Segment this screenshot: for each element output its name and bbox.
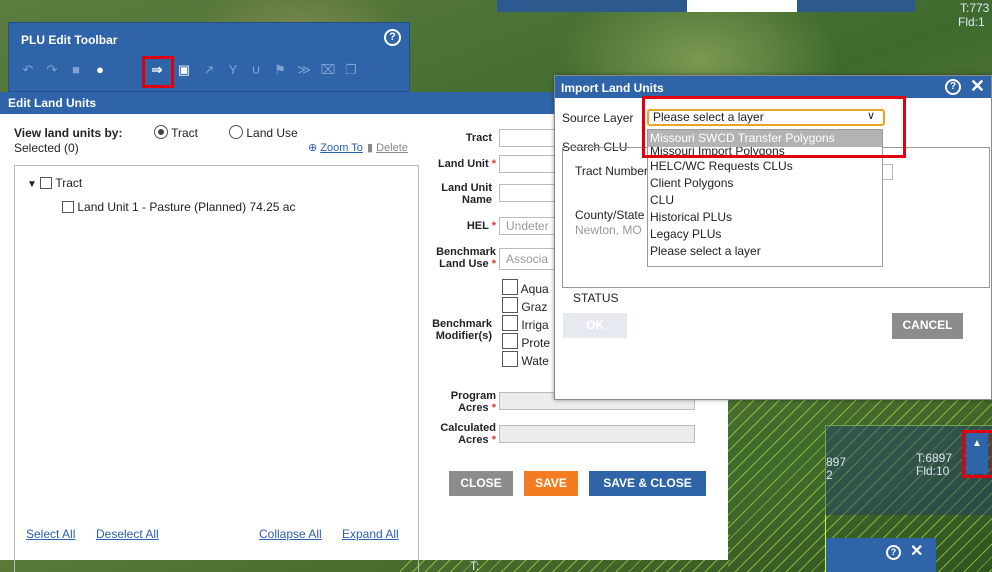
help-icon[interactable]: ? xyxy=(384,29,401,46)
map-label-field: Fld:1 xyxy=(958,15,985,29)
deselect-all-link[interactable]: Deselect All xyxy=(96,527,159,541)
layer-option[interactable]: CLU xyxy=(648,192,882,209)
map-top-panel xyxy=(497,0,915,12)
benchmark-land-use-label: Benchmark Land Use * xyxy=(436,246,496,270)
save-and-close-button[interactable]: SAVE & CLOSE xyxy=(589,471,706,496)
undo-icon[interactable]: ↶ xyxy=(19,61,37,79)
layer-option[interactable]: HELC/WC Requests CLUs xyxy=(648,158,882,175)
land-unit-field[interactable] xyxy=(499,155,559,173)
tree-item[interactable]: Land Unit 1 - Pasture (Planned) 74.25 ac xyxy=(62,200,295,214)
land-unit-name-field[interactable] xyxy=(499,184,559,202)
layer-option[interactable]: Please select a layer xyxy=(648,243,882,260)
source-layer-label: Source Layer xyxy=(562,111,634,125)
selected-count: Selected (0) xyxy=(14,141,79,155)
land-unit-tree: ▼ Tract Land Unit 1 - Pasture (Planned) … xyxy=(14,165,419,572)
map-label-field: Fld:10 xyxy=(916,464,950,478)
modifier-checkbox[interactable] xyxy=(502,333,518,349)
radio-tract[interactable]: Tract xyxy=(154,125,198,140)
zoom-to-label[interactable]: Zoom To xyxy=(320,142,363,154)
dialog-title: Import Land Units xyxy=(555,76,991,98)
hel-label: HEL * xyxy=(466,220,496,232)
hel-select[interactable]: Undeter xyxy=(499,217,559,235)
help-icon[interactable]: ? xyxy=(886,545,901,560)
cancel-button[interactable]: CANCEL xyxy=(892,313,963,339)
close-icon[interactable]: ✕ xyxy=(970,76,985,97)
tree-root-label: Tract xyxy=(55,176,83,190)
pin-icon[interactable]: ⚑ xyxy=(271,61,289,79)
radio-selected-icon[interactable] xyxy=(154,125,168,139)
radio-land-use-label: Land Use xyxy=(246,126,298,140)
highlight-box xyxy=(142,56,174,88)
collapse-all-link[interactable]: Collapse All xyxy=(259,527,322,541)
modifier-option[interactable]: Prote xyxy=(502,333,550,351)
expand-all-link[interactable]: Expand All xyxy=(342,527,399,541)
reshape-icon[interactable]: ∪ xyxy=(247,61,265,79)
modifier-list: Aqua Graz Irriga Prote Wate xyxy=(502,279,550,369)
modifier-option[interactable]: Aqua xyxy=(502,279,550,297)
radio-tract-label: Tract xyxy=(171,126,199,140)
radio-land-use[interactable]: Land Use xyxy=(229,125,298,140)
layer-option[interactable]: Legacy PLUs xyxy=(648,226,882,243)
merge-icon[interactable]: Y xyxy=(224,61,242,79)
close-icon[interactable]: ✕ xyxy=(910,541,923,561)
status-label: STATUS xyxy=(573,291,619,305)
tract-number-label: Tract Number xyxy=(575,164,648,178)
radio-unselected-icon[interactable] xyxy=(229,125,243,139)
modifier-option[interactable]: Wate xyxy=(502,351,550,369)
tree-root[interactable]: ▼ Tract xyxy=(27,176,82,190)
land-unit-name-label: Land Unit Name xyxy=(441,182,492,206)
land-unit-label: Land Unit * xyxy=(437,158,496,170)
modifier-option[interactable]: Graz xyxy=(502,297,550,315)
county-state-field[interactable]: Newton, MO xyxy=(575,223,642,237)
layer-option[interactable]: Historical PLUs xyxy=(648,209,882,226)
view-by-label: View land units by: xyxy=(14,126,123,140)
tract-label: Tract xyxy=(465,132,492,144)
delete-label[interactable]: Delete xyxy=(376,142,408,154)
trash-icon: ▮ xyxy=(367,142,374,154)
crosshair-icon: ⊕ xyxy=(308,142,318,154)
program-acres-label: Program Acres * xyxy=(450,390,496,414)
close-button[interactable]: CLOSE xyxy=(449,471,513,496)
highlight-box xyxy=(962,430,992,478)
rectangle-icon[interactable]: ▣ xyxy=(175,61,193,79)
redo-icon[interactable]: ↷ xyxy=(43,61,61,79)
mini-dialog: ? ✕ xyxy=(826,538,936,572)
tree-item-label: Land Unit 1 - Pasture (Planned) 74.25 ac xyxy=(77,200,296,214)
copy-icon[interactable]: ❐ xyxy=(342,61,360,79)
split-icon[interactable]: ↗ xyxy=(200,61,218,79)
highlight-box xyxy=(642,96,906,158)
zoom-to-link[interactable]: ⊕ Zoom To xyxy=(308,141,363,154)
toolbar-title: PLU Edit Toolbar xyxy=(21,33,118,47)
tract-field[interactable] xyxy=(499,129,559,147)
modifier-checkbox[interactable] xyxy=(502,297,518,313)
plu-edit-toolbar: PLU Edit Toolbar ? ↶ ↷ ■ ● ⇒ ▣ ↗ Y ∪ ⚑ ≫… xyxy=(8,22,410,92)
map-label: 2 xyxy=(826,468,833,482)
benchmark-land-use-select[interactable]: Associa xyxy=(499,248,559,270)
county-state-label: County/State xyxy=(575,208,645,222)
select-all-link[interactable]: Select All xyxy=(26,527,75,541)
help-icon[interactable]: ? xyxy=(945,79,961,95)
land-unit-checkbox[interactable] xyxy=(62,201,74,213)
modifier-checkbox[interactable] xyxy=(502,315,518,331)
modifier-option[interactable]: Irriga xyxy=(502,315,550,333)
calculated-acres-label: Calculated Acres * xyxy=(440,422,496,446)
tract-checkbox[interactable] xyxy=(40,177,53,189)
map-label: T: xyxy=(470,559,480,572)
benchmark-modifiers-label: Benchmark Modifier(s) xyxy=(432,318,492,342)
modifier-checkbox[interactable] xyxy=(502,351,518,367)
chevrons-icon[interactable]: ≫ xyxy=(295,61,313,79)
select-parcel-icon[interactable]: ● xyxy=(91,61,109,79)
save-button[interactable]: SAVE xyxy=(524,471,578,496)
caret-down-icon[interactable]: ▼ xyxy=(27,179,37,190)
modifier-checkbox[interactable] xyxy=(502,279,518,295)
delete-icon[interactable]: ■ xyxy=(67,61,85,79)
map-label-tract: T:773 xyxy=(960,1,990,15)
delete-link[interactable]: ▮ Delete xyxy=(367,141,408,154)
calculated-acres-field xyxy=(499,425,695,443)
ok-button[interactable]: OK xyxy=(563,313,627,338)
layer-option[interactable]: Client Polygons xyxy=(648,175,882,192)
close-tools-icon[interactable]: ⌧ xyxy=(319,61,337,79)
